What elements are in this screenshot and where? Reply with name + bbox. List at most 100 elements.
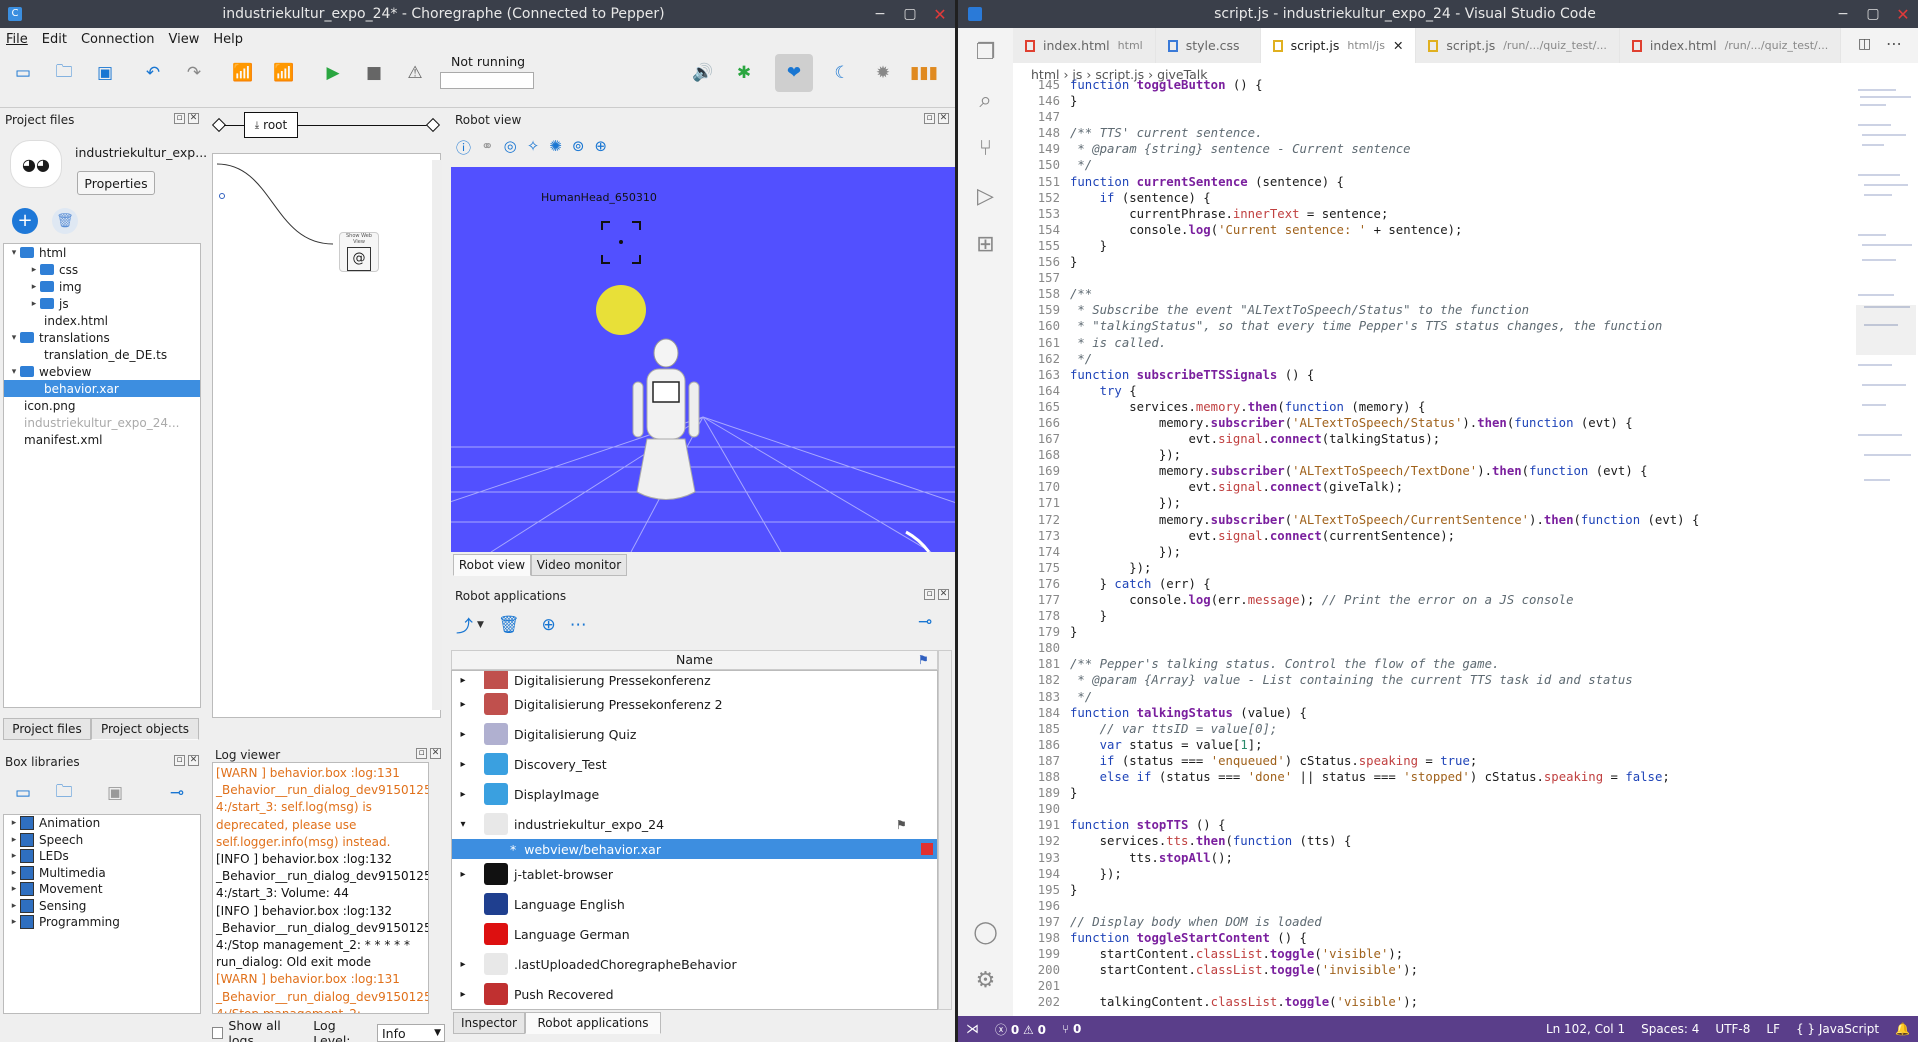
app-row[interactable]: Language German — [452, 919, 937, 949]
code-line[interactable]: 161 * is called. — [1013, 335, 1853, 351]
more-actions-icon[interactable]: ⋯ — [1886, 34, 1902, 53]
menu-view[interactable]: View — [169, 32, 200, 47]
code-line[interactable]: 172 memory.subscriber('ALTextToSpeech/Cu… — [1013, 512, 1853, 528]
app-row[interactable]: * webview/behavior.xar — [452, 839, 937, 859]
minimize-icon[interactable]: − — [865, 6, 895, 22]
code-line[interactable]: 187 if (status === 'enqueued') cStatus.s… — [1013, 753, 1853, 769]
code-line[interactable]: 158 /** — [1013, 286, 1853, 302]
code-line[interactable]: 164 try { — [1013, 383, 1853, 399]
code-line[interactable]: 177 console.log(err.message); // Print t… — [1013, 592, 1853, 608]
tab-robot-applications[interactable]: Robot applications — [525, 1012, 661, 1034]
tree-item[interactable]: ▾ translations — [4, 329, 200, 346]
tab-project-files[interactable]: Project files — [3, 718, 91, 740]
code-line[interactable]: 188 else if (status === 'done' || status… — [1013, 769, 1853, 785]
app-row[interactable]: ▸ Push Recovered — [452, 979, 937, 1009]
settings-gear-icon[interactable]: ✹ — [868, 58, 898, 88]
tree-item[interactable]: behavior.xar — [4, 380, 200, 397]
library-item[interactable]: ▸ Programming — [4, 914, 200, 931]
info-icon[interactable]: ⓘ — [456, 137, 471, 158]
close-tab-icon[interactable]: ✕ — [1393, 38, 1403, 53]
search-icon[interactable]: ⌕ — [958, 76, 1013, 124]
code-line[interactable]: 165 services.memory.then(function (memor… — [1013, 399, 1853, 415]
code-line[interactable]: 160 * "talkingStatus", so that every tim… — [1013, 318, 1853, 334]
code-line[interactable]: 184 function talkingStatus (value) { — [1013, 705, 1853, 721]
search-app-icon[interactable]: ⊸ — [918, 612, 932, 632]
app-row[interactable]: ▸ Discovery_Test — [452, 749, 937, 779]
code-line[interactable]: 196 — [1013, 898, 1853, 914]
undo-icon[interactable]: ↶ — [138, 58, 168, 88]
new-library-icon[interactable]: ▭ — [8, 778, 38, 808]
editor-tab[interactable]: script.js/run/.../quiz_test/... — [1416, 28, 1620, 63]
library-item[interactable]: ▸ Multimedia — [4, 865, 200, 882]
expand-arrow-icon[interactable]: ▸ — [456, 989, 470, 1000]
code-line[interactable]: 202 talkingContent.classList.toggle('vis… — [1013, 994, 1853, 1008]
view-reset-icon[interactable]: ⚭ — [481, 137, 494, 158]
code-line[interactable]: 195} — [1013, 882, 1853, 898]
tree-item[interactable]: index.html — [4, 312, 200, 329]
code-line[interactable]: 185 // var ttsID = value[0]; — [1013, 721, 1853, 737]
flow-scrollbar[interactable] — [432, 160, 442, 710]
open-project-icon[interactable]: 🗀 — [49, 58, 79, 88]
split-editor-icon[interactable]: ◫ — [1858, 36, 1871, 52]
expand-arrow-icon[interactable]: ▸ — [8, 835, 20, 845]
code-line[interactable]: 163 function subscribeTTSSignals () { — [1013, 367, 1853, 383]
log-level-select[interactable]: Info ▼ — [376, 1024, 445, 1042]
app-row[interactable]: ▸ Digitalisierung Quiz — [452, 719, 937, 749]
maximize-icon[interactable]: ▢ — [1858, 6, 1888, 22]
code-line[interactable]: 200 startContent.classList.toggle('invis… — [1013, 962, 1853, 978]
code-line[interactable]: 147 — [1013, 109, 1853, 125]
end-of-line[interactable]: LF — [1766, 1022, 1780, 1036]
app-row[interactable]: ▸ DisplayImage — [452, 779, 937, 809]
app-row[interactable]: ▾ industriekultur_expo_24 ⚑ — [452, 809, 937, 839]
code-line[interactable]: 190 — [1013, 801, 1853, 817]
expand-arrow-icon[interactable]: ▸ — [28, 282, 40, 292]
code-line[interactable]: 171 }); — [1013, 495, 1853, 511]
expand-arrow-icon[interactable]: ▸ — [456, 959, 470, 970]
app-more-icon[interactable]: ⋯ — [570, 615, 587, 635]
stop-app-icon[interactable] — [921, 843, 933, 855]
extensions-icon[interactable]: ⊞ — [958, 220, 1013, 268]
add-file-icon[interactable]: + — [12, 208, 38, 234]
code-line[interactable]: 149 * @param {string} sentence - Current… — [1013, 141, 1853, 157]
maximize-icon[interactable]: ▢ — [895, 6, 925, 22]
disconnect-icon[interactable]: 📶 — [269, 58, 299, 88]
source-control-icon[interactable]: ⑂ — [958, 124, 1013, 172]
panel-close-icon[interactable]: ✕ — [938, 589, 949, 600]
app-row[interactable]: ▸ Digitalisierung Pressekonferenz — [452, 671, 937, 689]
settings-view-icon[interactable]: ✺ — [549, 137, 562, 158]
menu-help[interactable]: Help — [213, 32, 243, 47]
chevron-down-icon[interactable]: ▼ — [477, 620, 484, 630]
rest-icon[interactable]: ☾ — [827, 58, 857, 88]
library-item[interactable]: ▸ Sensing — [4, 898, 200, 915]
panel-float-icon[interactable]: ▫ — [924, 589, 935, 600]
code-line[interactable]: 199 startContent.classList.toggle('visib… — [1013, 946, 1853, 962]
play-icon[interactable]: ▶ — [318, 58, 348, 88]
panel-float-icon[interactable]: ▫ — [174, 113, 185, 124]
camera-view-icon[interactable]: ◎ — [504, 137, 517, 158]
new-project-icon[interactable]: ▭ — [8, 58, 38, 88]
tree-item[interactable]: translation_de_DE.ts — [4, 346, 200, 363]
flow-root-box[interactable]: ⤓ root — [244, 112, 298, 138]
apps-scrollbar[interactable] — [938, 650, 952, 1010]
package-install-icon[interactable]: ⤴ — [456, 612, 473, 637]
code-line[interactable]: 151 function currentSentence (sentence) { — [1013, 174, 1853, 190]
close-icon[interactable]: ✕ — [925, 5, 955, 24]
autonomous-life-icon[interactable]: ❤ — [775, 54, 813, 92]
code-line[interactable]: 173 evt.signal.connect(currentSentence); — [1013, 528, 1853, 544]
show-web-view-box[interactable]: Show Web View @ — [339, 232, 379, 272]
code-line[interactable]: 146} — [1013, 93, 1853, 109]
code-line[interactable]: 159 * Subscribe the event "ALTextToSpeec… — [1013, 302, 1853, 318]
code-line[interactable]: 191 function stopTTS () { — [1013, 817, 1853, 833]
ports-indicator[interactable]: ⑂ 0 — [1062, 1022, 1081, 1036]
code-line[interactable]: 198 function toggleStartContent () { — [1013, 930, 1853, 946]
app-row[interactable]: ▸ .lastUploadedChoregrapheBehavior — [452, 949, 937, 979]
delete-file-icon[interactable]: 🗑 — [52, 208, 78, 234]
code-line[interactable]: 182 * @param {Array} value - List contai… — [1013, 672, 1853, 688]
panel-close-icon[interactable]: ✕ — [430, 748, 441, 759]
menu-connection[interactable]: Connection — [81, 32, 155, 47]
stop-icon[interactable]: ■ — [359, 58, 389, 88]
apps-column-header[interactable]: Name ⚑ — [451, 650, 938, 670]
panel-float-icon[interactable]: ▫ — [924, 113, 935, 124]
code-line[interactable]: 169 memory.subscriber('ALTextToSpeech/Te… — [1013, 463, 1853, 479]
account-icon[interactable]: ◯ — [958, 908, 1013, 956]
